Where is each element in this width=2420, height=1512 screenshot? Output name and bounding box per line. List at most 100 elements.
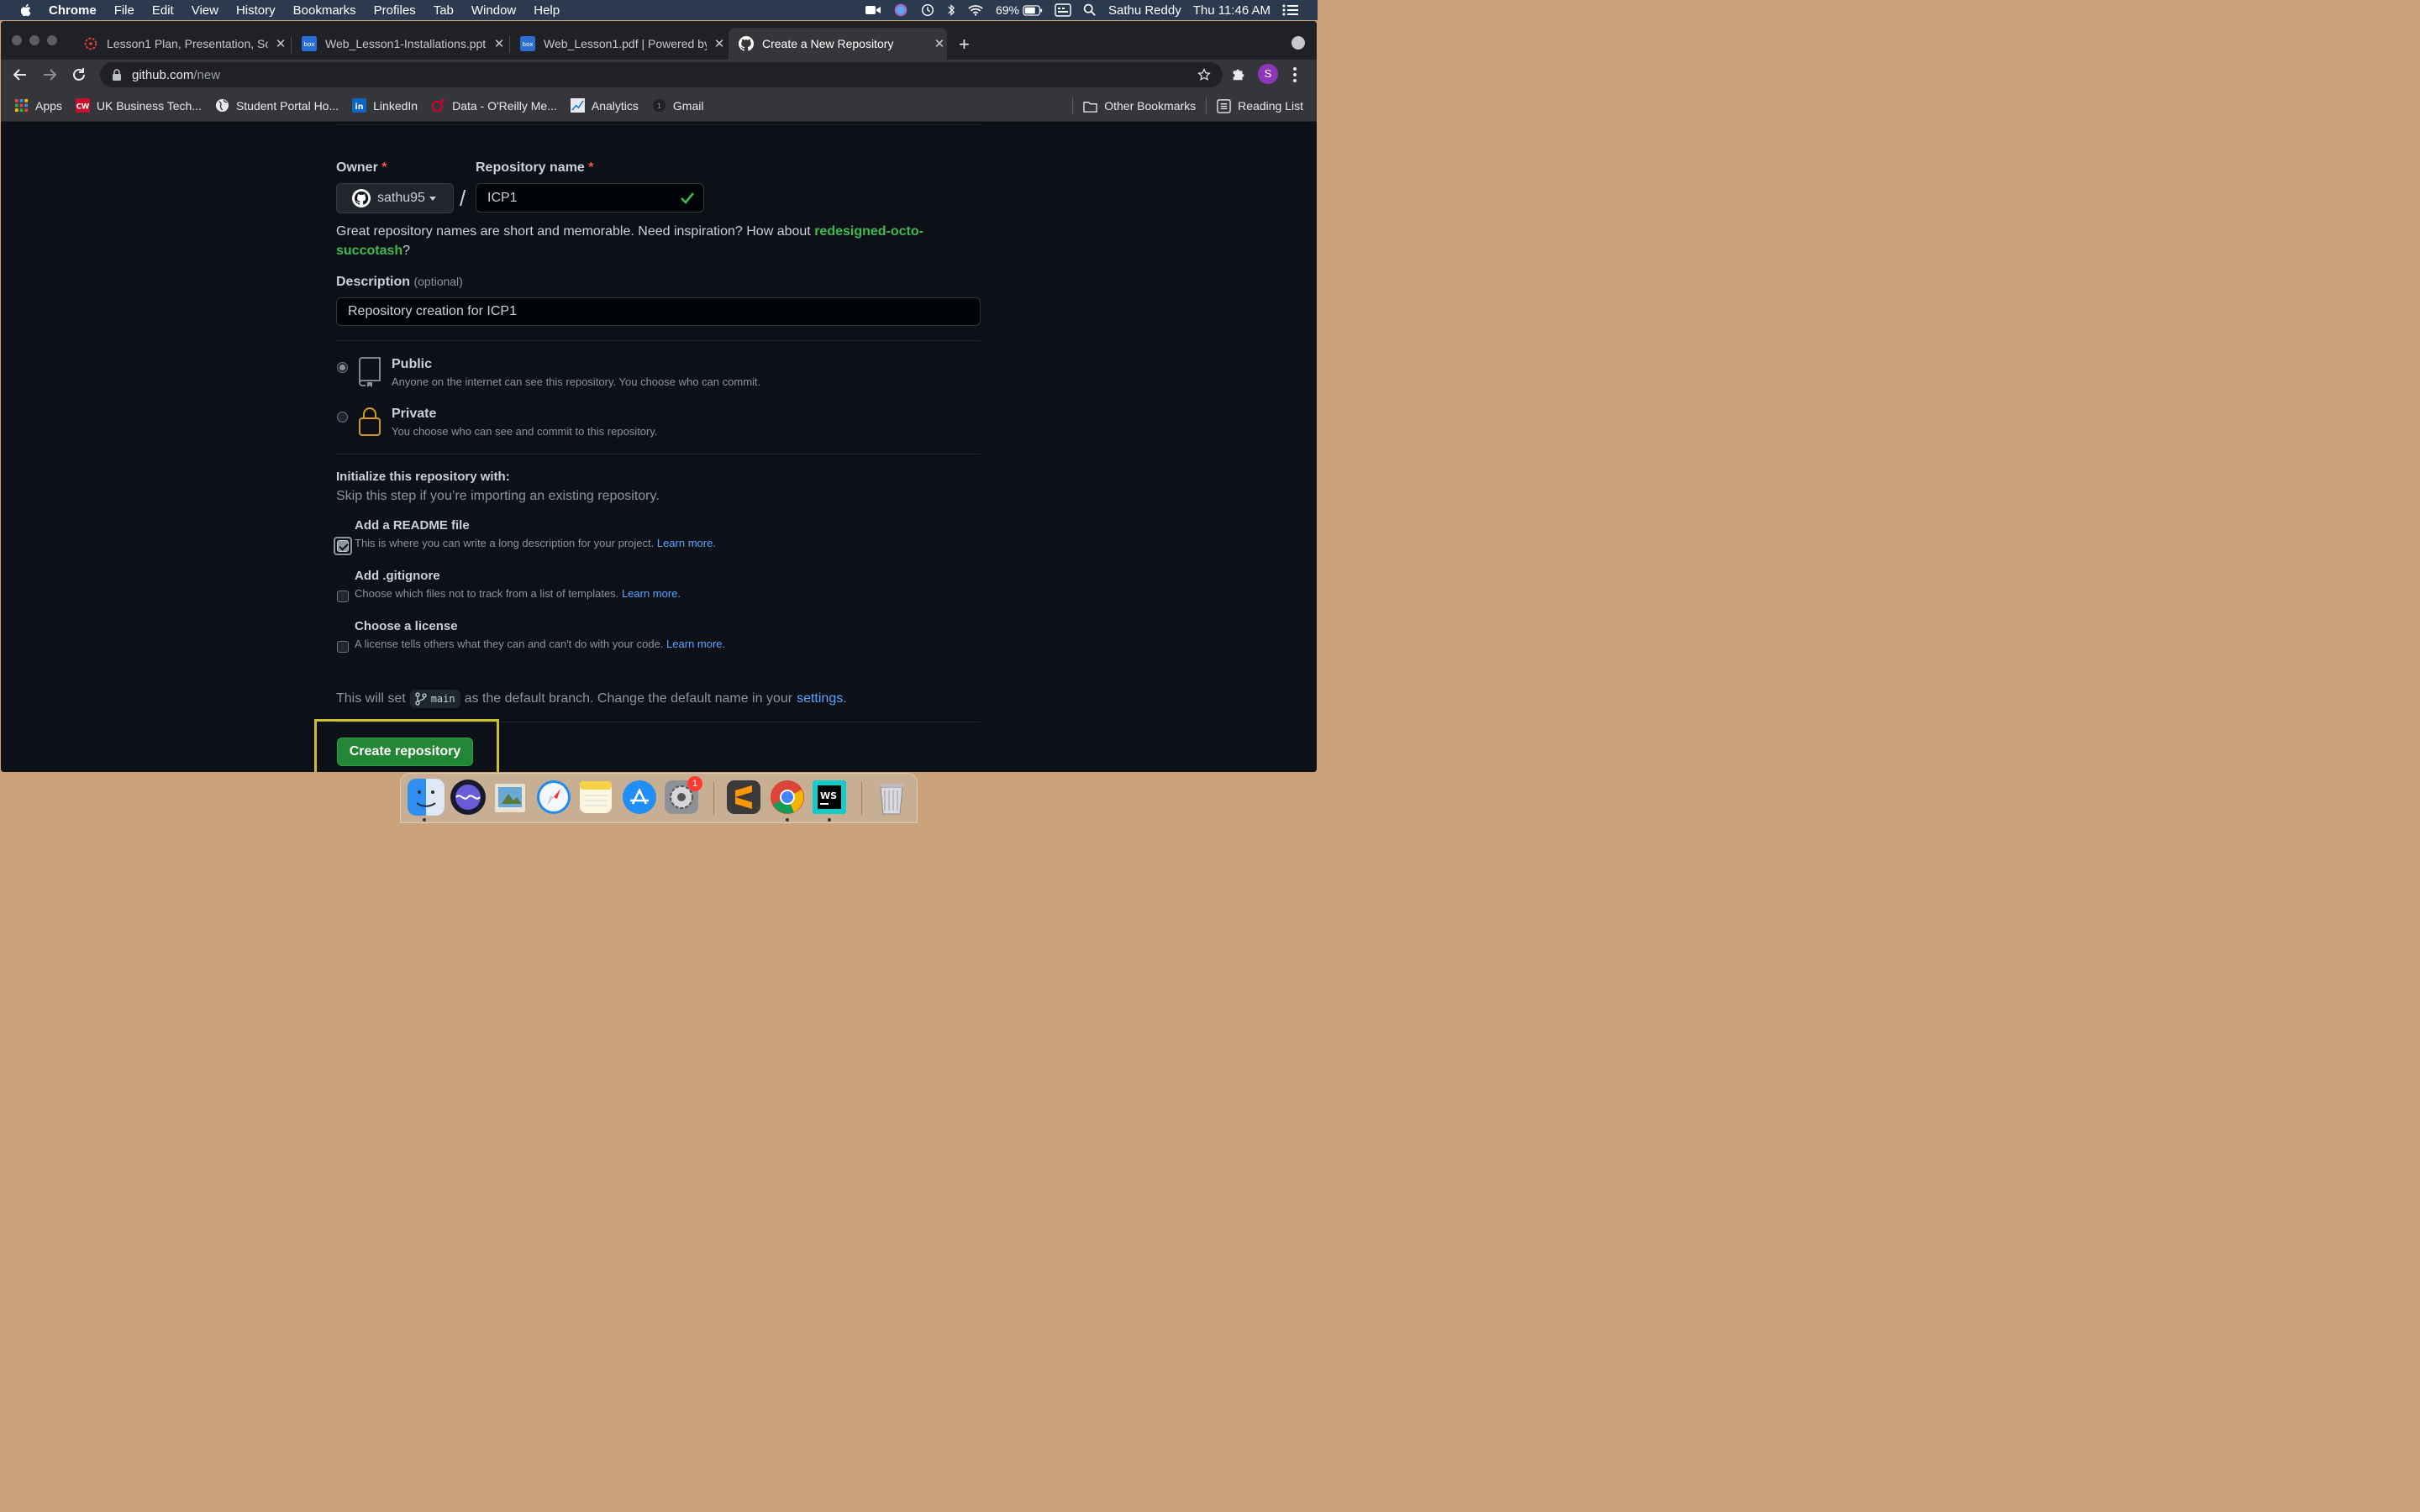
private-radio[interactable] xyxy=(337,412,348,423)
menu-file[interactable]: File xyxy=(114,3,134,18)
repository-name-hint: Great repository names are short and mem… xyxy=(336,222,975,260)
settings-link[interactable]: settings xyxy=(797,691,843,706)
description-input[interactable]: Repository creation for ICP1 xyxy=(336,297,981,326)
bluetooth-icon[interactable] xyxy=(947,3,955,17)
address-bar[interactable]: github.com/new xyxy=(100,62,1223,87)
siri-tray-icon[interactable] xyxy=(893,3,908,18)
repository-name-input[interactable]: ICP1 xyxy=(476,183,704,213)
tab-search-icon[interactable] xyxy=(1292,36,1305,50)
bookmark-other-bookmarks[interactable]: Other Bookmarks xyxy=(1083,99,1196,113)
bookmark-apps[interactable]: Apps xyxy=(14,98,62,113)
tab-lesson1-pdf[interactable]: box Web_Lesson1.pdf | Powered by ✕ xyxy=(510,28,727,60)
zoom-window-button[interactable] xyxy=(47,35,57,45)
camera-icon[interactable] xyxy=(865,3,881,17)
chrome-menu-icon[interactable] xyxy=(1293,67,1297,85)
close-tab-icon[interactable]: ✕ xyxy=(273,36,288,51)
finder-icon[interactable] xyxy=(408,779,445,816)
time-machine-icon[interactable] xyxy=(920,3,935,18)
menu-history[interactable]: History xyxy=(236,3,276,18)
gitignore-checkbox[interactable] xyxy=(337,591,349,602)
back-arrow-icon[interactable] xyxy=(12,66,29,83)
profile-avatar[interactable]: S xyxy=(1258,64,1278,84)
bookmark-reading-list[interactable]: Reading List xyxy=(1217,98,1303,113)
bookmark-uk-business-tech[interactable]: CW UK Business Tech... xyxy=(75,98,202,113)
gitignore-description-text: Choose which files not to track from a l… xyxy=(355,587,619,600)
menu-app-name[interactable]: Chrome xyxy=(49,3,97,18)
minimize-window-button[interactable] xyxy=(29,35,39,45)
input-menu-icon[interactable] xyxy=(1055,3,1071,17)
tab-lesson1-plan[interactable]: Lesson1 Plan, Presentation, So ✕ xyxy=(73,28,288,60)
lock-icon[interactable] xyxy=(112,69,122,81)
trash-icon[interactable] xyxy=(873,779,910,816)
chrome-window: Lesson1 Plan, Presentation, So ✕ box Web… xyxy=(1,21,1317,772)
tab-installations-ppt[interactable]: box Web_Lesson1-Installations.ppt ✕ xyxy=(292,28,507,60)
webstorm-icon[interactable]: WS xyxy=(811,779,848,816)
bookmarks-separator xyxy=(1206,97,1207,114)
menu-profiles[interactable]: Profiles xyxy=(374,3,416,18)
menu-bookmarks[interactable]: Bookmarks xyxy=(293,3,356,18)
reload-icon[interactable] xyxy=(71,66,87,83)
section-divider xyxy=(336,340,981,341)
tab-title: Create a New Repository xyxy=(762,37,894,50)
safari-icon[interactable] xyxy=(535,779,572,816)
forward-arrow-icon[interactable] xyxy=(41,66,58,83)
required-asterisk: * xyxy=(588,160,594,175)
svg-text:box: box xyxy=(523,40,534,48)
owner-dropdown[interactable]: sathu95 xyxy=(336,183,454,213)
app-store-icon[interactable] xyxy=(621,779,658,816)
branch-name: main xyxy=(430,693,455,705)
menu-view[interactable]: View xyxy=(192,3,218,18)
current-user-name[interactable]: Sathu Reddy xyxy=(1108,3,1181,18)
bookmark-label: Gmail xyxy=(672,98,704,113)
wifi-icon[interactable] xyxy=(967,3,984,17)
bookmarks-separator xyxy=(1072,97,1074,114)
menu-help[interactable]: Help xyxy=(534,3,560,18)
gitignore-learn-more-link[interactable]: Learn more. xyxy=(622,587,681,600)
close-tab-icon[interactable]: ✕ xyxy=(932,36,947,51)
owner-label-text: Owner xyxy=(336,160,378,175)
create-repository-button[interactable]: Create repository xyxy=(337,738,473,766)
preview-icon[interactable] xyxy=(492,779,529,816)
close-tab-icon[interactable]: ✕ xyxy=(712,36,727,51)
notes-icon[interactable] xyxy=(577,779,614,816)
description-label: Description (optional) xyxy=(336,275,463,290)
license-learn-more-link[interactable]: Learn more. xyxy=(666,638,725,650)
computerweekly-icon: CW xyxy=(75,98,90,113)
bookmark-linkedin[interactable]: in LinkedIn xyxy=(352,98,418,113)
battery-icon[interactable] xyxy=(1023,4,1043,16)
hint-text: Great repository names are short and mem… xyxy=(336,224,815,239)
close-window-button[interactable] xyxy=(12,35,22,45)
running-indicator xyxy=(786,818,789,822)
sublime-text-icon[interactable] xyxy=(725,779,762,816)
new-tab-button[interactable]: + xyxy=(959,34,970,55)
bookmark-oreilly[interactable]: Data - O'Reilly Me... xyxy=(431,98,557,113)
spotlight-search-icon[interactable] xyxy=(1083,3,1097,17)
bookmark-student-portal[interactable]: Student Portal Ho... xyxy=(215,98,339,113)
siri-icon[interactable] xyxy=(450,779,487,816)
menu-edit[interactable]: Edit xyxy=(152,3,174,18)
readme-learn-more-link[interactable]: Learn more. xyxy=(657,537,716,549)
url-text: github.com/new xyxy=(132,68,220,82)
initialize-subtext: Skip this step if you’re importing an ex… xyxy=(336,489,660,503)
bookmark-gmail[interactable]: 1 Gmail xyxy=(652,98,704,113)
readme-checkbox[interactable] xyxy=(337,540,349,552)
gitignore-option-description: Choose which files not to track from a l… xyxy=(355,587,681,600)
repo-book-icon xyxy=(359,357,381,387)
menu-window[interactable]: Window xyxy=(471,3,516,18)
notification-center-icon[interactable] xyxy=(1282,3,1299,17)
menubar-clock[interactable]: Thu 11:46 AM xyxy=(1193,3,1270,18)
window-controls xyxy=(12,35,65,45)
menu-tab[interactable]: Tab xyxy=(434,3,454,18)
apple-menu-icon[interactable] xyxy=(18,3,34,18)
owner-value: sathu95 xyxy=(377,191,425,205)
bookmark-analytics[interactable]: Analytics xyxy=(570,98,639,113)
bookmark-label: Analytics xyxy=(591,98,639,113)
public-option-description: Anyone on the internet can see this repo… xyxy=(392,375,761,388)
license-checkbox[interactable] xyxy=(337,641,349,653)
tab-create-repository[interactable]: Create a New Repository ✕ xyxy=(729,28,947,60)
chrome-icon[interactable] xyxy=(769,779,806,816)
public-radio[interactable] xyxy=(337,362,348,373)
bookmark-star-icon[interactable] xyxy=(1197,68,1211,81)
close-tab-icon[interactable]: ✕ xyxy=(492,36,507,51)
extensions-puzzle-icon[interactable] xyxy=(1231,66,1246,81)
